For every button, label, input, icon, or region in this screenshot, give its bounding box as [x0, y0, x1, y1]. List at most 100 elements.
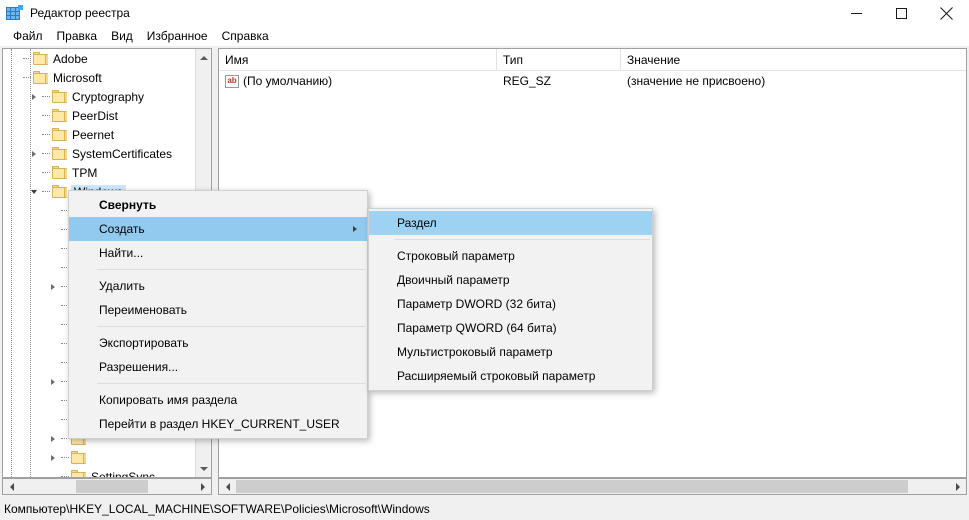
tree-connector [61, 467, 71, 477]
minimize-button[interactable] [834, 0, 879, 26]
tree-item-systemcertificates[interactable]: SystemCertificates [3, 144, 196, 163]
column-header-name[interactable]: Имя [219, 49, 497, 71]
new-item-submenu[interactable]: Раздел Строковый параметр Двоичный парамет… [368, 208, 653, 391]
values-hscroll-track[interactable] [236, 479, 949, 494]
tree-twisty-placeholder [26, 125, 42, 144]
context-menu-item[interactable]: Переименовать [69, 298, 367, 322]
submenu-item[interactable]: Раздел [369, 211, 652, 235]
tree-context-menu[interactable]: Свернуть Создать Найти... Удалить Переименов… [68, 190, 368, 439]
submenu-item[interactable]: Параметр QWORD (64 бита) [369, 316, 652, 340]
menu-file[interactable]: Файл [6, 28, 50, 44]
chevron-right-icon[interactable] [45, 277, 61, 296]
tree-connector [61, 448, 71, 467]
value-name-text: (По умолчанию) [243, 74, 333, 88]
close-button[interactable] [924, 0, 969, 26]
tree-hscroll-right-button[interactable] [194, 479, 211, 494]
chevron-right-glyph [32, 150, 36, 157]
status-bar: Компьютер\HKEY_LOCAL_MACHINE\SOFTWARE\Po… [0, 498, 969, 520]
value-type-cell: REG_SZ [503, 74, 552, 88]
folder-icon [33, 71, 49, 84]
context-menu-item-label: Создать [99, 222, 145, 236]
tree-item-peerdist[interactable]: PeerDist [3, 106, 196, 125]
tree-hscroll-thumb[interactable] [76, 480, 148, 493]
column-header-type[interactable]: Тип [497, 49, 621, 71]
close-icon [940, 6, 953, 20]
tree-twisty-placeholder [45, 467, 61, 477]
submenu-item[interactable]: Параметр DWORD (32 бита) [369, 292, 652, 316]
tree-item-label: Microsoft [53, 70, 102, 85]
context-menu-item-label: Свернуть [99, 198, 157, 212]
tree-item-label: PeerDist [72, 108, 119, 123]
values-hscroll-right-button[interactable] [949, 479, 966, 494]
menu-edit[interactable]: Правка [50, 28, 105, 44]
submenu-item-label: Строковый параметр [397, 249, 515, 263]
chevron-right-icon[interactable] [45, 429, 61, 448]
context-menu-item[interactable]: Разрешения... [69, 355, 367, 379]
submenu-item-label: Двоичный параметр [397, 273, 510, 287]
tree-item-adobe[interactable]: Adobe [3, 49, 196, 68]
folder-icon [33, 52, 49, 65]
context-menu-item[interactable]: Свернуть [69, 193, 367, 217]
menu-separator [395, 239, 650, 240]
chevron-right-icon[interactable] [26, 144, 42, 163]
tree-item-tpm[interactable]: TPM [3, 163, 196, 182]
tree-twisty-placeholder [45, 296, 61, 315]
tree-connector [42, 163, 52, 182]
chevron-right-glyph [51, 378, 55, 385]
context-menu-item[interactable]: Перейти в раздел HKEY_CURRENT_USER [69, 412, 367, 436]
values-column-headers: Имя Тип Значение [219, 49, 966, 71]
tree-hscroll-track[interactable] [20, 479, 194, 494]
folder-icon [52, 166, 68, 179]
chevron-right-icon[interactable] [45, 448, 61, 467]
chevron-right-icon [353, 226, 357, 232]
submenu-item[interactable]: Строковый параметр [369, 244, 652, 268]
tree-twisty-placeholder [45, 410, 61, 429]
tree-horizontal-scrollbar[interactable] [2, 478, 212, 495]
tree-twisty-placeholder [45, 334, 61, 353]
tree-scroll-up-button[interactable] [196, 49, 211, 66]
submenu-item[interactable]: Мультистроковый параметр [369, 340, 652, 364]
chevron-down-icon[interactable] [26, 182, 42, 201]
context-menu-item[interactable]: Экспортировать [69, 331, 367, 355]
context-menu-item[interactable]: Найти... [69, 241, 367, 265]
tree-scroll-down-button[interactable] [196, 460, 211, 477]
context-menu-item[interactable]: Удалить [69, 274, 367, 298]
table-row[interactable]: ab (По умолчанию) REG_SZ (значение не пр… [219, 71, 966, 91]
tree-item-peernet[interactable]: Peernet [3, 125, 196, 144]
submenu-item[interactable]: Двоичный параметр [369, 268, 652, 292]
tree-hscroll-left-button[interactable] [3, 479, 20, 494]
chevron-right-icon[interactable] [45, 372, 61, 391]
tree-item-cryptography[interactable]: Cryptography [3, 87, 196, 106]
context-menu-item[interactable]: Создать [69, 217, 367, 241]
registry-editor-window: Редактор реестра Файл Правка Вид Избранн… [0, 0, 969, 520]
window-title: Редактор реестра [30, 6, 130, 20]
minimize-icon [851, 12, 862, 14]
chevron-down-icon [200, 466, 208, 471]
ab-string-icon: ab [225, 74, 239, 88]
chevron-right-glyph [51, 435, 55, 442]
tree-item-settingsync[interactable]: SettingSync [3, 467, 196, 477]
tree-guide-line-1 [30, 49, 31, 477]
chevron-down-glyph [31, 189, 37, 194]
maximize-button[interactable] [879, 0, 924, 26]
tree-item-microsoft[interactable]: Microsoft [3, 68, 196, 87]
status-bar-path: Компьютер\HKEY_LOCAL_MACHINE\SOFTWARE\Po… [4, 502, 430, 516]
tree-twisty-placeholder [26, 106, 42, 125]
menu-view[interactable]: Вид [104, 28, 140, 44]
folder-icon [71, 451, 87, 464]
values-horizontal-scrollbar[interactable] [218, 478, 967, 495]
chevron-right-icon[interactable] [26, 87, 42, 106]
chevron-left-icon [9, 482, 14, 491]
context-menu-item-label: Разрешения... [99, 360, 179, 374]
menu-help[interactable]: Справка [215, 28, 276, 44]
tree-item[interactable] [3, 448, 196, 467]
context-menu-item-label: Удалить [99, 279, 145, 293]
values-hscroll-thumb[interactable] [236, 480, 908, 493]
menu-favorites[interactable]: Избранное [140, 28, 215, 44]
context-menu-item[interactable]: Копировать имя раздела [69, 388, 367, 412]
column-header-value[interactable]: Значение [621, 49, 966, 71]
values-hscroll-left-button[interactable] [219, 479, 236, 494]
tree-connector [23, 49, 33, 68]
tree-twisty-placeholder [45, 220, 61, 239]
submenu-item[interactable]: Расширяемый строковый параметр [369, 364, 652, 388]
